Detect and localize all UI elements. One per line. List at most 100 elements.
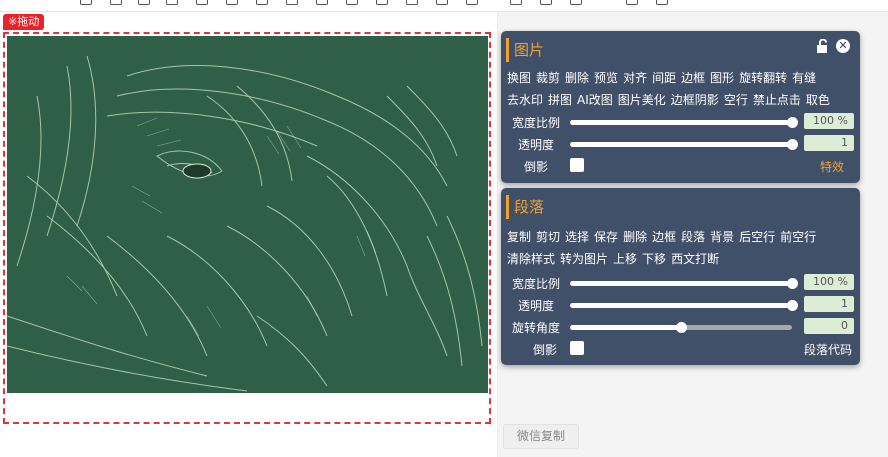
toolbar-icon[interactable] [626, 0, 638, 5]
reflection-checkbox[interactable] [570, 158, 584, 172]
close-icon[interactable]: ✕ [836, 39, 850, 53]
toolbar-icon[interactable] [226, 0, 238, 5]
action-spacing[interactable]: 间距 [652, 71, 676, 85]
action-border[interactable]: 边框 [681, 71, 705, 85]
width-ratio-slider-row: 宽度比例 100 % [501, 113, 860, 131]
width-ratio-slider[interactable] [570, 278, 798, 289]
toolbar-icon[interactable] [510, 0, 522, 5]
slider-label: 透明度 [517, 138, 554, 152]
action-word-break[interactable]: 西文打断 [671, 252, 719, 266]
editor-area[interactable]: ※拖动 [0, 12, 498, 457]
toolbar-icon[interactable] [196, 0, 208, 5]
slider-value[interactable]: 100 % [804, 274, 854, 290]
toolbar-icon[interactable] [138, 0, 150, 5]
action-preview[interactable]: 预览 [594, 71, 618, 85]
paragraph-code-link[interactable]: 段落代码 [804, 341, 852, 358]
action-delete[interactable]: 删除 [565, 71, 589, 85]
unlock-icon[interactable] [816, 39, 830, 53]
opacity-slider[interactable] [570, 139, 798, 150]
action-beautify[interactable]: 图片美化 [618, 93, 666, 107]
reflection-row: 倒影 段落代码 [501, 340, 860, 358]
action-rotate-flip[interactable]: 旋转翻转 [739, 71, 787, 85]
slider-label: 宽度比例 [511, 116, 560, 130]
toolbar-icon[interactable] [110, 0, 122, 5]
action-crop[interactable]: 裁剪 [536, 71, 560, 85]
action-align[interactable]: 对齐 [623, 71, 647, 85]
reflection-checkbox[interactable] [570, 341, 584, 355]
slider-value[interactable]: 0 [804, 318, 854, 334]
opacity-slider[interactable] [570, 300, 798, 311]
toolbar-icon[interactable] [316, 0, 328, 5]
action-clear-style[interactable]: 清除样式 [507, 252, 555, 266]
slider-knob[interactable] [676, 322, 687, 333]
toolbar-icon[interactable] [436, 0, 448, 5]
action-save[interactable]: 保存 [594, 230, 618, 244]
toolbar-icon[interactable] [166, 0, 178, 5]
action-disable-click[interactable]: 禁止点击 [753, 93, 801, 107]
action-border[interactable]: 边框 [652, 230, 676, 244]
action-replace-image[interactable]: 换图 [507, 71, 531, 85]
paragraph-actions-row-1: 复制 剪切 选择 保存 删除 边框 段落 背景 后空行 前空行 [507, 228, 821, 246]
toolbar-icon[interactable] [80, 0, 92, 5]
opacity-slider-row: 透明度 1 [501, 135, 860, 153]
action-remove-watermark[interactable]: 去水印 [507, 93, 543, 107]
paragraph-actions-row-2: 清除样式 转为图片 上移 下移 西文打断 [507, 250, 724, 268]
rotation-slider[interactable] [570, 322, 792, 333]
action-select[interactable]: 选择 [565, 230, 589, 244]
action-cut[interactable]: 剪切 [536, 230, 560, 244]
slider-knob[interactable] [787, 300, 798, 311]
slider-label: 透明度 [517, 299, 554, 313]
action-blank-after[interactable]: 后空行 [739, 230, 775, 244]
toolbar-icon[interactable] [570, 0, 582, 5]
slider-knob[interactable] [787, 117, 798, 128]
panel-title: 段落 [506, 195, 544, 219]
slider-knob[interactable] [787, 278, 798, 289]
toolbar-icon[interactable] [406, 0, 418, 5]
rotation-slider-row: 旋转角度 0 [501, 318, 860, 336]
action-delete[interactable]: 删除 [623, 230, 647, 244]
action-ai-edit[interactable]: AI改图 [577, 93, 613, 107]
toolbar-icon[interactable] [346, 0, 358, 5]
screen: ※拖动 微信复制 图片 ✕ 换图 裁剪 删除 预览 对齐 间距 边框 图形 旋转… [0, 0, 888, 457]
drag-handle[interactable]: ※拖动 [3, 14, 45, 30]
action-background[interactable]: 背景 [710, 230, 734, 244]
slider-label: 宽度比例 [511, 277, 560, 291]
slider-value[interactable]: 1 [804, 135, 854, 151]
action-gap[interactable]: 有缝 [792, 71, 816, 85]
action-paragraph[interactable]: 段落 [681, 230, 705, 244]
action-pick-color[interactable]: 取色 [806, 93, 830, 107]
lion-chalk-drawing-image[interactable] [7, 36, 488, 393]
toolbar-icon[interactable] [656, 0, 668, 5]
action-collage[interactable]: 拼图 [548, 93, 572, 107]
action-blank-before[interactable]: 前空行 [780, 230, 816, 244]
width-ratio-slider-row: 宽度比例 100 % [501, 274, 860, 292]
slider-value[interactable]: 1 [804, 296, 854, 312]
reflection-label: 倒影 [523, 160, 548, 174]
image-actions-row-2: 去水印 拼图 AI改图 图片美化 边框阴影 空行 禁止点击 取色 [507, 91, 835, 109]
reflection-row: 倒影 特效 [501, 157, 860, 175]
toolbar-icon[interactable] [540, 0, 552, 5]
action-to-image[interactable]: 转为图片 [560, 252, 608, 266]
action-move-up[interactable]: 上移 [613, 252, 637, 266]
action-border-shadow[interactable]: 边框阴影 [671, 93, 719, 107]
width-ratio-slider[interactable] [570, 117, 798, 128]
slider-knob[interactable] [787, 139, 798, 150]
toolbar-icon[interactable] [286, 0, 298, 5]
action-move-down[interactable]: 下移 [642, 252, 666, 266]
action-blank-line[interactable]: 空行 [724, 93, 748, 107]
opacity-slider-row: 透明度 1 [501, 296, 860, 314]
slider-label: 旋转角度 [511, 321, 560, 335]
image-tools-panel: 图片 ✕ 换图 裁剪 删除 预览 对齐 间距 边框 图形 旋转翻转 有缝 去水印 拼图 AI改图 图片美… [501, 31, 860, 183]
toolbar-icon[interactable] [376, 0, 388, 5]
action-shape[interactable]: 图形 [710, 71, 734, 85]
toolbar-icon[interactable] [256, 0, 268, 5]
action-copy[interactable]: 复制 [507, 230, 531, 244]
toolbar-icon[interactable] [466, 0, 478, 5]
panel-title: 图片 [506, 38, 544, 62]
image-actions-row-1: 换图 裁剪 删除 预览 对齐 间距 边框 图形 旋转翻转 有缝 [507, 69, 821, 87]
top-toolbar [0, 0, 888, 12]
effects-link[interactable]: 特效 [820, 158, 844, 175]
lion-drawing-svg [7, 36, 488, 393]
slider-value[interactable]: 100 % [804, 113, 854, 129]
wechat-copy-button[interactable]: 微信复制 [503, 424, 579, 449]
